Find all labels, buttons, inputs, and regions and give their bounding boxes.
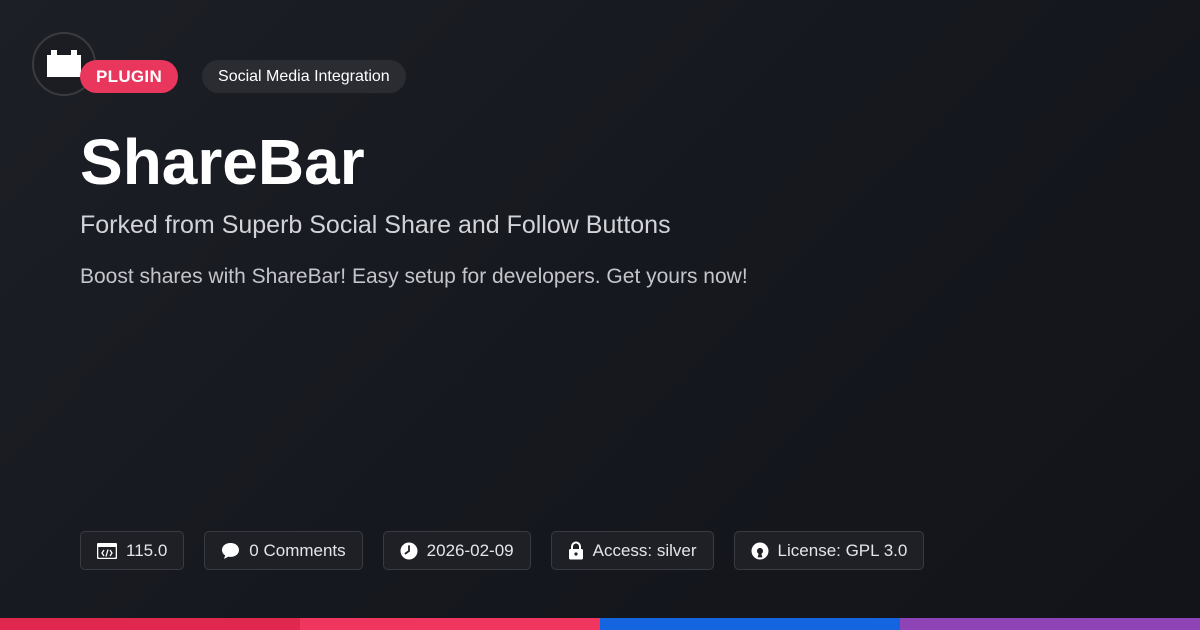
lock-icon: [568, 541, 583, 560]
meta-version: 115.0: [80, 531, 185, 570]
code-window-icon: [97, 542, 117, 559]
page-subtitle: Forked from Superb Social Share and Foll…: [80, 211, 671, 239]
category-badge[interactable]: Social Media Integration: [202, 60, 406, 93]
color-bar-segment: [600, 618, 900, 630]
open-source-icon: [751, 542, 769, 559]
meta-license[interactable]: License: GPL 3.0: [733, 531, 925, 570]
meta-comments[interactable]: 0 Comments: [204, 531, 363, 570]
date-text: 2026-02-09: [426, 540, 514, 560]
access-text: Access: silver: [592, 540, 697, 560]
color-bar-segment: [300, 618, 600, 630]
meta-date: 2026-02-09: [382, 531, 531, 570]
clock-icon: [400, 542, 418, 559]
color-bar-segment: [0, 618, 300, 630]
comments-text: 0 Comments: [249, 540, 346, 560]
page-title: ShareBar: [80, 126, 365, 198]
badge-row: PLUGIN Social Media Integration: [80, 60, 406, 93]
page-description: Boost shares with ShareBar! Easy setup f…: [80, 265, 748, 288]
speech-bubble-icon: [222, 542, 240, 559]
meta-row: 115.0 0 Comments 2026-02-09 Access: silv…: [80, 531, 925, 570]
type-badge[interactable]: PLUGIN: [80, 60, 179, 93]
accent-color-bar: [0, 618, 1200, 630]
plugin-block-icon: [47, 50, 81, 77]
color-bar-segment: [900, 618, 1200, 630]
version-text: 115.0: [126, 540, 168, 560]
meta-access: Access: silver: [550, 531, 714, 570]
license-text: License: GPL 3.0: [777, 540, 908, 560]
